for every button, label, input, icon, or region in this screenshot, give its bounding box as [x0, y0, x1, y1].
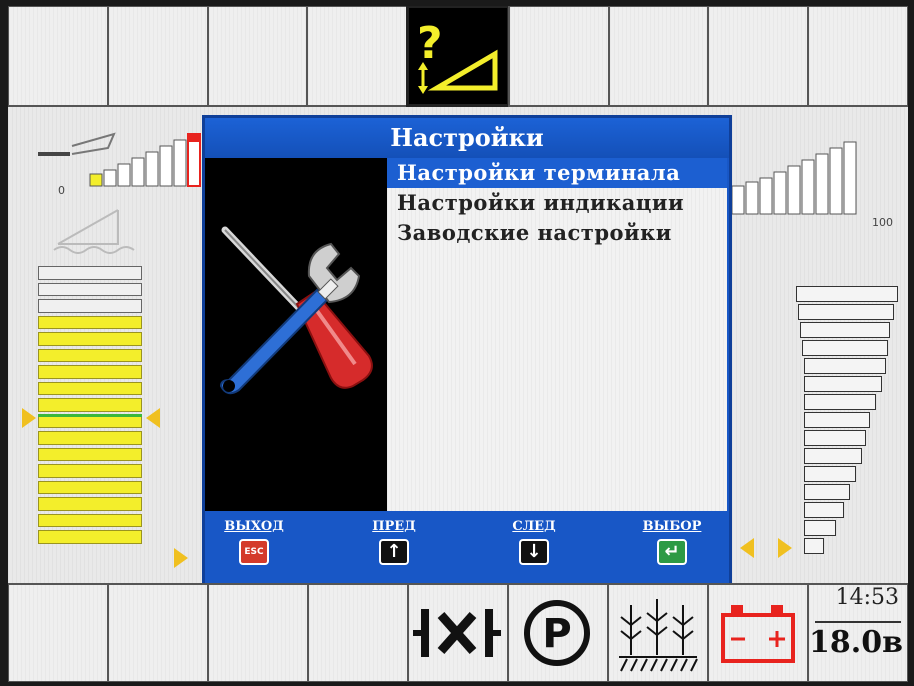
exit-label: ВЫХОД	[224, 519, 284, 534]
bottom-slot-parking[interactable]: P	[507, 583, 609, 682]
select-button[interactable]: ВЫБОР ↵	[627, 519, 717, 565]
exit-button[interactable]: ВЫХОД ESC	[209, 519, 299, 565]
bottom-slot-2[interactable]	[107, 583, 209, 682]
bottom-slot-crop[interactable]	[607, 583, 709, 682]
bottom-slot-track-lock[interactable]	[407, 583, 509, 682]
crop-header-icon	[619, 599, 698, 672]
top-slot-warning[interactable]: ?	[406, 6, 510, 107]
top-slot-4[interactable]	[306, 6, 409, 107]
top-slot-2[interactable]	[106, 6, 209, 107]
left-bottom-arrow	[174, 548, 188, 568]
clock-time: 14:53	[835, 585, 899, 610]
top-slot-9[interactable]	[807, 6, 908, 107]
left-level-marker	[38, 414, 142, 417]
svg-text:?: ?	[417, 18, 443, 69]
settings-dialog: Настройки Настройки терминала Настройки …	[202, 115, 732, 587]
settings-menu: Настройки терминала Настройки индикации …	[387, 158, 727, 511]
arrow-down-icon: ↓	[519, 539, 549, 565]
dialog-footer: ВЫХОД ESC ПРЕД ↑ СЛЕД ↓ ВЫБОР ↵	[205, 511, 729, 584]
terminal-screen: ? 0 100 Настройки Настройки терминала На…	[8, 6, 908, 682]
bottom-slot-status: 14:53 18.0в	[807, 583, 908, 682]
select-label: ВЫБОР	[642, 519, 702, 534]
left-level-bar	[38, 266, 142, 547]
left-marker-arrow-right	[146, 408, 160, 428]
top-slot-1[interactable]	[8, 6, 109, 107]
right-bottom-arrow-left	[740, 538, 754, 558]
bottom-icon-bar: P 14:53 18.0в	[8, 583, 908, 682]
right-scale-max: 100	[872, 216, 893, 229]
dialog-title: Настройки	[205, 118, 729, 158]
esc-key-icon: ESC	[239, 539, 269, 565]
wrench-screwdriver-icon	[219, 226, 373, 395]
top-slot-6[interactable]	[507, 6, 610, 107]
bottom-slot-1[interactable]	[8, 583, 109, 682]
battery-icon	[721, 605, 795, 663]
header-tilt-icon	[53, 209, 135, 254]
enter-key-icon: ↵	[657, 539, 687, 565]
bottom-slot-4[interactable]	[307, 583, 409, 682]
left-marker-arrow	[22, 408, 36, 428]
track-lock-icon	[413, 609, 501, 657]
battery-voltage: 18.0в	[809, 625, 903, 660]
parking-brake-icon: P	[524, 600, 590, 666]
prev-button[interactable]: ПРЕД ↑	[349, 519, 439, 565]
warning-header-icon: ?	[417, 18, 498, 94]
next-label: СЛЕД	[512, 519, 556, 534]
top-slot-3[interactable]	[206, 6, 309, 107]
menu-item-display-settings[interactable]: Настройки индикации	[387, 188, 727, 218]
header-height-gauge	[38, 132, 201, 187]
menu-item-terminal-settings[interactable]: Настройки терминала	[387, 158, 727, 188]
top-icon-bar: ?	[8, 6, 908, 107]
right-bottom-arrow-right	[778, 538, 792, 558]
menu-item-factory-settings[interactable]: Заводские настройки	[387, 218, 727, 248]
top-slot-8[interactable]	[707, 6, 810, 107]
bottom-slot-3[interactable]	[207, 583, 309, 682]
arrow-up-icon: ↑	[379, 539, 409, 565]
svg-text:P: P	[542, 611, 571, 657]
next-button[interactable]: СЛЕД ↓	[489, 519, 579, 565]
bottom-slot-battery	[707, 583, 809, 682]
left-scale-min: 0	[58, 184, 65, 197]
top-slot-7[interactable]	[607, 6, 710, 107]
right-top-gauge	[731, 141, 857, 215]
dialog-image-pane	[205, 158, 387, 511]
prev-label: ПРЕД	[372, 519, 416, 534]
